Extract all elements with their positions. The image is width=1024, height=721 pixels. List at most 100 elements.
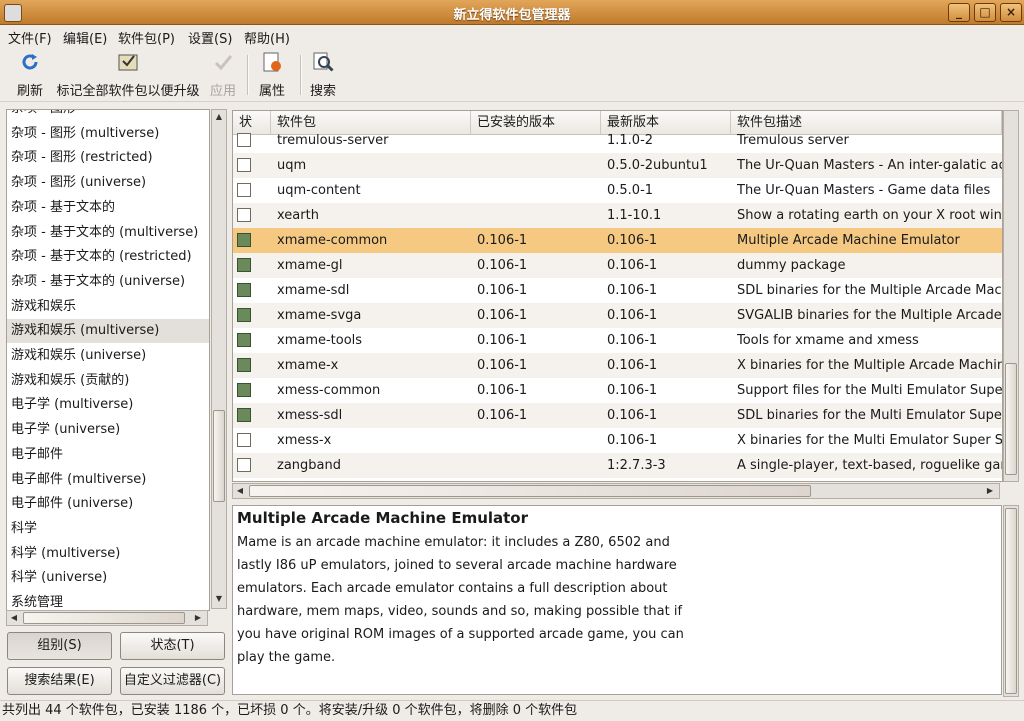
package-table-scrollbar[interactable]	[1003, 110, 1019, 482]
latest-version: 0.106-1	[607, 408, 658, 423]
section-list-scrollbar[interactable]: ▲ ▼	[211, 109, 227, 609]
search-button[interactable]: 搜索	[306, 51, 340, 99]
menu-help[interactable]: 帮助(H)	[244, 28, 290, 47]
scroll-left-arrow-icon[interactable]: ◀	[7, 611, 21, 625]
package-row[interactable]: xmess-x 0.106-1 X binaries for the Multi E…	[233, 428, 1002, 453]
status-checkbox[interactable]	[237, 333, 251, 347]
latest-version: 0.106-1	[607, 383, 658, 398]
package-row[interactable]: xmess-common 0.106-1 0.106-1 Support files …	[233, 378, 1002, 403]
package-row[interactable]: xmame-x 0.106-1 0.106-1 X binaries for the …	[233, 353, 1002, 378]
custom-filters-button[interactable]: 自定义过滤器(C)	[120, 667, 225, 695]
section-item[interactable]: 系统管理	[7, 591, 209, 610]
menu-file[interactable]: 文件(F)	[8, 28, 52, 47]
scrollbar-thumb[interactable]	[1005, 508, 1017, 694]
section-item[interactable]: 科学 (multiverse)	[7, 542, 209, 566]
mark-all-upgrades-button[interactable]: 标记全部软件包以便升级	[54, 51, 202, 99]
section-item[interactable]: 游戏和娱乐	[7, 295, 209, 319]
section-list-hscrollbar[interactable]: ◀ ▶	[6, 610, 208, 626]
section-item[interactable]: 游戏和娱乐 (universe)	[7, 344, 209, 368]
status-filter-button[interactable]: 状态(T)	[120, 632, 225, 660]
apply-button[interactable]: 应用	[206, 51, 240, 99]
section-item[interactable]: 电子邮件 (multiverse)	[7, 468, 209, 492]
scroll-down-arrow-icon[interactable]: ▼	[212, 592, 226, 606]
section-item[interactable]: 电子邮件 (universe)	[7, 492, 209, 516]
package-row[interactable]: xmame-gl 0.106-1 0.106-1 dummy package	[233, 253, 1002, 278]
status-checkbox[interactable]	[237, 408, 251, 422]
title-bar: 新立得软件包管理器 _ □ ×	[0, 0, 1024, 25]
hscrollbar-thumb[interactable]	[249, 485, 811, 497]
section-item[interactable]: 杂项 - 基于文本的 (multiverse)	[7, 221, 209, 245]
search-icon	[313, 52, 334, 72]
package-name: xmame-tools	[277, 333, 363, 348]
scrollbar-thumb[interactable]	[213, 410, 225, 502]
close-button[interactable]: ×	[1000, 3, 1022, 22]
status-checkbox[interactable]	[237, 383, 251, 397]
package-row[interactable]: xmame-svga 0.106-1 0.106-1 SVGALIB binaries…	[233, 303, 1002, 328]
status-checkbox[interactable]	[237, 283, 251, 297]
minimize-button[interactable]: _	[948, 3, 970, 22]
status-checkbox[interactable]	[237, 233, 251, 247]
menu-package[interactable]: 软件包(P)	[118, 28, 175, 47]
section-item[interactable]: 杂项 - 图形 (universe)	[7, 171, 209, 195]
scrollbar-thumb[interactable]	[1005, 363, 1017, 475]
upgrade-icon	[118, 54, 138, 71]
section-item[interactable]: 杂项 - 图形	[7, 110, 209, 121]
sections-filter-button[interactable]: 组别(S)	[7, 632, 112, 660]
refresh-button[interactable]: 刷新	[12, 51, 48, 99]
package-name: xmame-x	[277, 358, 339, 373]
menu-edit[interactable]: 编辑(E)	[63, 28, 107, 47]
scroll-up-arrow-icon[interactable]: ▲	[212, 110, 226, 124]
refresh-icon	[22, 54, 38, 70]
section-item[interactable]: 杂项 - 基于文本的 (restricted)	[7, 245, 209, 269]
package-name: xmess-common	[277, 383, 381, 398]
package-row[interactable]: xmess-sdl 0.106-1 0.106-1 SDL binaries for …	[233, 403, 1002, 428]
status-checkbox[interactable]	[237, 433, 251, 447]
maximize-button[interactable]: □	[974, 3, 996, 22]
latest-version: 1:2.7.3-3	[607, 458, 666, 473]
section-item[interactable]: 电子学 (multiverse)	[7, 393, 209, 417]
package-description: SDL binaries for the Multi Emulator Supe…	[737, 408, 1002, 423]
package-description: SDL binaries for the Multiple Arcade Mac…	[737, 283, 1002, 298]
section-item[interactable]: 科学	[7, 517, 209, 541]
package-row[interactable]: xearth 1.1-10.1 Show a rotating earth on y…	[233, 203, 1002, 228]
section-item[interactable]: 电子学 (universe)	[7, 418, 209, 442]
status-checkbox[interactable]	[237, 308, 251, 322]
hscrollbar-thumb[interactable]	[23, 612, 185, 624]
menu-settings[interactable]: 设置(S)	[188, 28, 232, 47]
section-item[interactable]: 游戏和娱乐 (贡献的)	[7, 369, 209, 393]
status-checkbox[interactable]	[237, 458, 251, 472]
description-line: you have original ROM images of a suppor…	[237, 627, 684, 642]
status-checkbox[interactable]	[237, 183, 251, 197]
section-item[interactable]: 电子邮件	[7, 443, 209, 467]
search-results-filter-button[interactable]: 搜索结果(E)	[7, 667, 112, 695]
package-table-hscrollbar[interactable]: ◀ ▶	[232, 483, 1000, 499]
section-item[interactable]: 杂项 - 基于文本的 (universe)	[7, 270, 209, 294]
package-row[interactable]: xmame-sdl 0.106-1 0.106-1 SDL binaries for …	[233, 278, 1002, 303]
description-line: play the game.	[237, 650, 336, 665]
status-checkbox[interactable]	[237, 208, 251, 222]
package-row[interactable]: uqm 0.5.0-2ubuntu1 The Ur-Quan Masters - A…	[233, 153, 1002, 178]
status-checkbox[interactable]	[237, 158, 251, 172]
status-bar: 共列出 44 个软件包，已安装 1186 个，已坏损 0 个。将安装/升级 0 …	[0, 700, 1024, 721]
scroll-left-arrow-icon[interactable]: ◀	[233, 484, 247, 498]
package-row[interactable]: uqm-content 0.5.0-1 The Ur-Quan Masters - …	[233, 178, 1002, 203]
section-list: 杂项 - 图形杂项 - 图形 (multiverse)杂项 - 图形 (rest…	[6, 109, 210, 611]
scroll-right-arrow-icon[interactable]: ▶	[191, 611, 205, 625]
section-item[interactable]: 杂项 - 图形 (restricted)	[7, 146, 209, 170]
section-item[interactable]: 杂项 - 基于文本的	[7, 196, 209, 220]
section-item[interactable]: 杂项 - 图形 (multiverse)	[7, 122, 209, 146]
package-description: The Ur-Quan Masters - Game data files	[737, 183, 991, 198]
package-row[interactable]: zangband 1:2.7.3-3 A single-player, text-b…	[233, 453, 1002, 478]
status-checkbox[interactable]	[237, 258, 251, 272]
section-item[interactable]: 游戏和娱乐 (multiverse)	[7, 319, 209, 344]
description-scrollbar[interactable]	[1003, 505, 1019, 697]
scroll-right-arrow-icon[interactable]: ▶	[983, 484, 997, 498]
package-row[interactable]: xmame-common 0.106-1 0.106-1 Multiple Arcad…	[233, 228, 1002, 253]
package-row[interactable]: tremulous-server 1.1.0-2 Tremulous server	[233, 128, 1002, 153]
status-checkbox[interactable]	[237, 133, 251, 147]
package-row[interactable]: xmame-tools 0.106-1 0.106-1 Tools for xmame…	[233, 328, 1002, 353]
latest-version: 0.5.0-2ubuntu1	[607, 158, 708, 173]
properties-button[interactable]: 属性	[255, 51, 289, 99]
status-checkbox[interactable]	[237, 358, 251, 372]
section-item[interactable]: 科学 (universe)	[7, 566, 209, 590]
